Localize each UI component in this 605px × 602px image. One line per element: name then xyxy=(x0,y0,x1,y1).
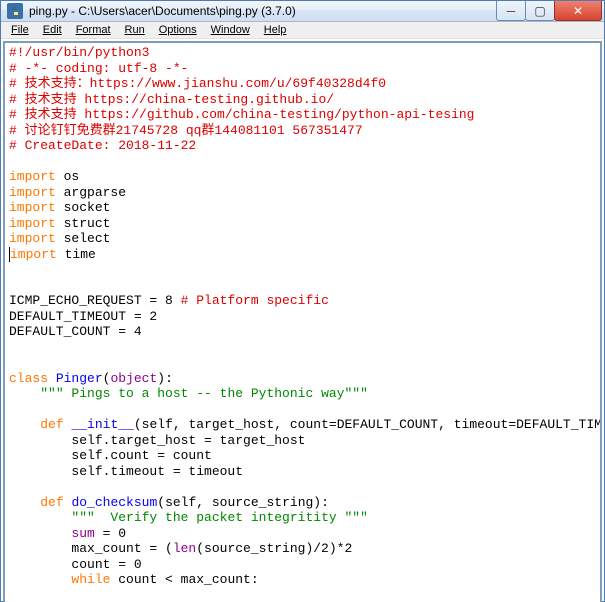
code-line: ICMP_ECHO_REQUEST = 8 # Platform specifi… xyxy=(9,293,596,309)
code-line: # CreateDate: 2018-11-22 xyxy=(9,138,596,154)
menu-options-label: Options xyxy=(159,24,197,36)
code-line: import time xyxy=(9,247,596,263)
menu-window[interactable]: Window xyxy=(205,22,256,38)
menu-file-label: File xyxy=(11,24,29,36)
code-line: #!/usr/bin/python3 xyxy=(9,45,596,61)
window-title: ping.py - C:\Users\acer\Documents\ping.p… xyxy=(29,4,497,18)
code-line: # 技术支持 https://china-testing.github.io/ xyxy=(9,92,596,108)
menu-file[interactable]: File xyxy=(5,22,35,38)
code-line xyxy=(9,154,596,170)
idle-window: ping.py - C:\Users\acer\Documents\ping.p… xyxy=(0,0,605,602)
code-line: DEFAULT_COUNT = 4 xyxy=(9,324,596,340)
code-line: max_count = (len(source_string)/2)*2 xyxy=(9,541,596,557)
code-line xyxy=(9,278,596,294)
code-line: """ Pings to a host -- the Pythonic way"… xyxy=(9,386,596,402)
menu-run[interactable]: Run xyxy=(119,22,151,38)
menubar: File Edit Format Run Options Window Help xyxy=(1,22,604,39)
code-line: class Pinger(object): xyxy=(9,371,596,387)
titlebar[interactable]: ping.py - C:\Users\acer\Documents\ping.p… xyxy=(1,1,604,22)
code-line xyxy=(9,402,596,418)
code-line: import os xyxy=(9,169,596,185)
code-line: # 技术支持 https://github.com/china-testing/… xyxy=(9,107,596,123)
menu-format[interactable]: Format xyxy=(70,22,117,38)
code-line: import struct xyxy=(9,216,596,232)
code-line: def __init__(self, target_host, count=DE… xyxy=(9,417,596,433)
menu-help[interactable]: Help xyxy=(258,22,293,38)
code-line xyxy=(9,479,596,495)
code-line: count = 0 xyxy=(9,557,596,573)
code-line: import socket xyxy=(9,200,596,216)
code-line: import select xyxy=(9,231,596,247)
code-line: """ Verify the packet integritity """ xyxy=(9,510,596,526)
window-controls: ─ ▢ ✕ xyxy=(497,1,602,21)
code-editor[interactable]: #!/usr/bin/python3# -*- coding: utf-8 -*… xyxy=(5,43,600,602)
code-line xyxy=(9,355,596,371)
menu-edit[interactable]: Edit xyxy=(37,22,68,38)
code-line xyxy=(9,340,596,356)
code-line xyxy=(9,588,596,602)
code-line: def do_checksum(self, source_string): xyxy=(9,495,596,511)
editor-frame: #!/usr/bin/python3# -*- coding: utf-8 -*… xyxy=(3,41,602,602)
python-icon xyxy=(7,3,23,19)
code-line xyxy=(9,262,596,278)
code-line: import argparse xyxy=(9,185,596,201)
menu-run-label: Run xyxy=(125,24,145,36)
code-line: self.target_host = target_host xyxy=(9,433,596,449)
code-line: sum = 0 xyxy=(9,526,596,542)
maximize-button[interactable]: ▢ xyxy=(525,1,555,21)
code-line: # 讨论钉钉免费群21745728 qq群144081101 567351477 xyxy=(9,123,596,139)
close-button[interactable]: ✕ xyxy=(554,1,602,21)
menu-edit-label: Edit xyxy=(43,24,62,36)
menu-window-label: Window xyxy=(211,24,250,36)
code-line: self.count = count xyxy=(9,448,596,464)
menu-format-label: Format xyxy=(76,24,111,36)
code-line: DEFAULT_TIMEOUT = 2 xyxy=(9,309,596,325)
code-line: self.timeout = timeout xyxy=(9,464,596,480)
menu-options[interactable]: Options xyxy=(153,22,203,38)
code-line: while count < max_count: xyxy=(9,572,596,588)
menu-help-label: Help xyxy=(264,24,287,36)
code-line: # 技术支持：https://www.jianshu.com/u/69f4032… xyxy=(9,76,596,92)
minimize-button[interactable]: ─ xyxy=(496,1,526,21)
code-line: # -*- coding: utf-8 -*- xyxy=(9,61,596,77)
